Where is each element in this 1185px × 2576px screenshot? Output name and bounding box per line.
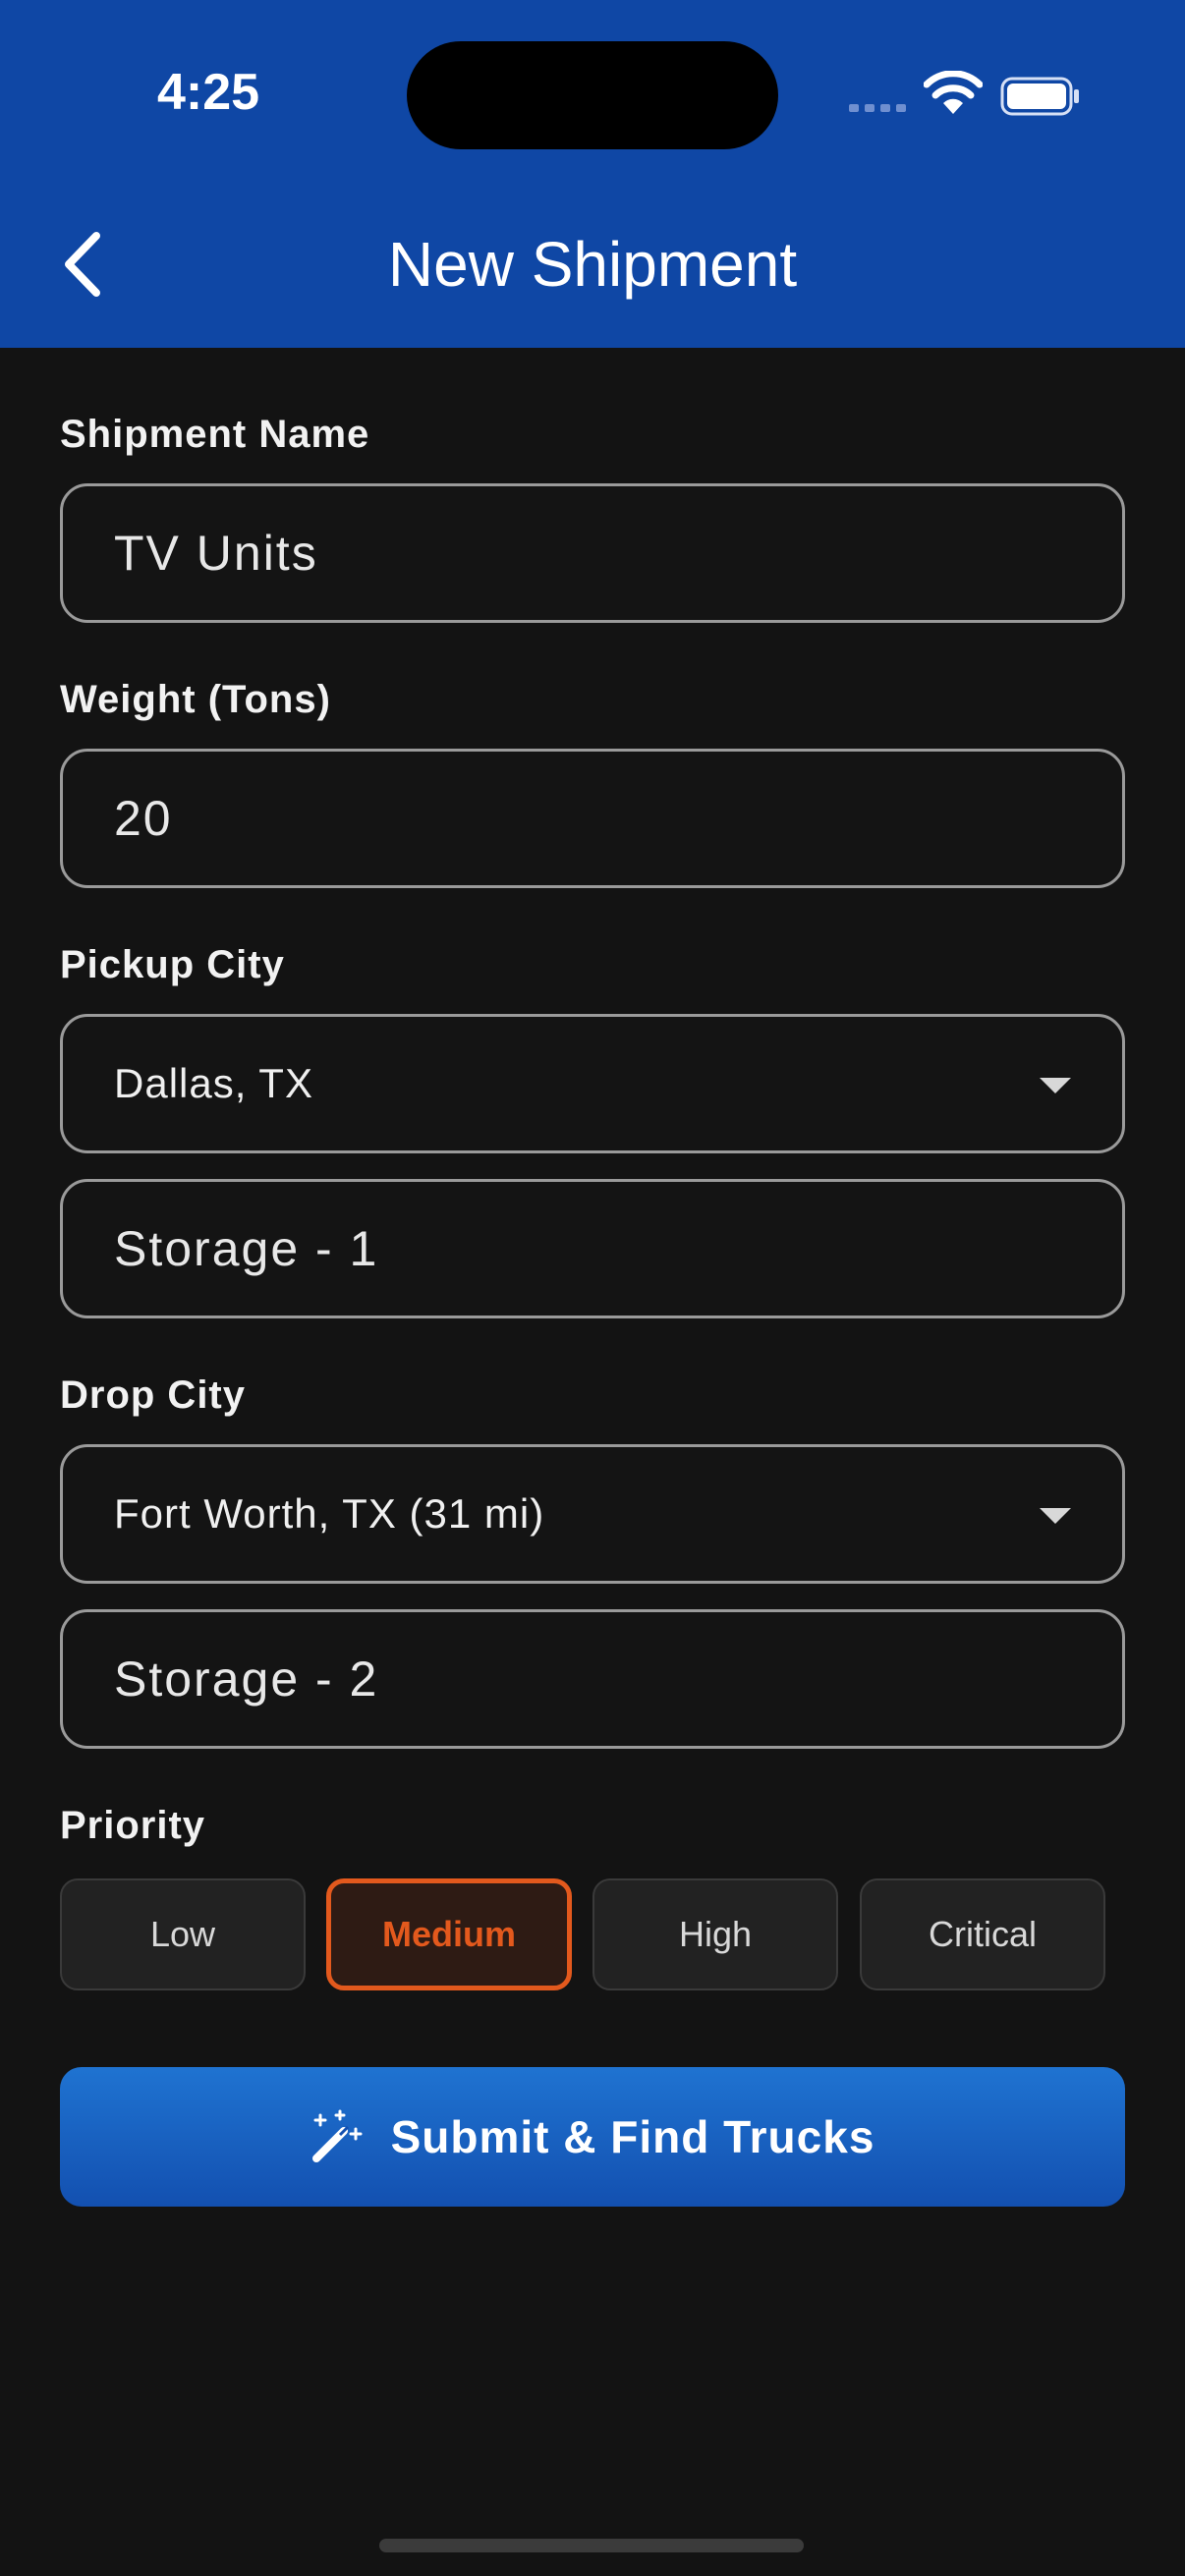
submit-label: Submit & Find Trucks bbox=[390, 2111, 875, 2162]
magic-wand-icon bbox=[311, 2109, 363, 2162]
battery-icon bbox=[1000, 77, 1079, 116]
priority-high-button[interactable]: High bbox=[592, 1878, 838, 1990]
page-title: New Shipment bbox=[387, 229, 798, 300]
priority-critical-button[interactable]: Critical bbox=[860, 1878, 1105, 1990]
weight-label: Weight (Tons) bbox=[60, 678, 331, 721]
pickup-city-label: Pickup City bbox=[60, 943, 285, 986]
dropdown-arrow-icon bbox=[1040, 1508, 1071, 1524]
priority-label: Priority bbox=[60, 1804, 206, 1847]
weight-input[interactable]: 20 bbox=[60, 749, 1125, 888]
shipment-name-input[interactable]: TV Units bbox=[60, 483, 1125, 623]
cellular-signal-icon bbox=[849, 104, 906, 112]
pickup-city-select[interactable]: Dallas, TX bbox=[60, 1014, 1125, 1153]
drop-city-value: Fort Worth, TX (31 mi) bbox=[114, 1490, 545, 1537]
pickup-storage-value: Storage - 1 bbox=[114, 1221, 379, 1276]
priority-low-button[interactable]: Low bbox=[60, 1878, 306, 1990]
drop-city-label: Drop City bbox=[60, 1373, 246, 1417]
home-indicator[interactable] bbox=[379, 2539, 804, 2552]
drop-city-select[interactable]: Fort Worth, TX (31 mi) bbox=[60, 1444, 1125, 1584]
app-header: 4:25 New Shipment bbox=[0, 0, 1185, 348]
weight-value: 20 bbox=[114, 791, 173, 846]
priority-medium-button[interactable]: Medium bbox=[326, 1878, 572, 1990]
dropdown-arrow-icon bbox=[1040, 1078, 1071, 1093]
status-time: 4:25 bbox=[157, 64, 260, 121]
shipment-name-value: TV Units bbox=[114, 526, 318, 581]
dynamic-island bbox=[407, 41, 778, 149]
pickup-city-value: Dallas, TX bbox=[114, 1060, 313, 1106]
pickup-storage-input[interactable]: Storage - 1 bbox=[60, 1179, 1125, 1318]
drop-storage-value: Storage - 2 bbox=[114, 1652, 379, 1707]
shipment-name-label: Shipment Name bbox=[60, 413, 370, 456]
wifi-icon bbox=[924, 71, 983, 114]
drop-storage-input[interactable]: Storage - 2 bbox=[60, 1609, 1125, 1749]
submit-find-trucks-button[interactable]: Submit & Find Trucks bbox=[60, 2067, 1125, 2207]
